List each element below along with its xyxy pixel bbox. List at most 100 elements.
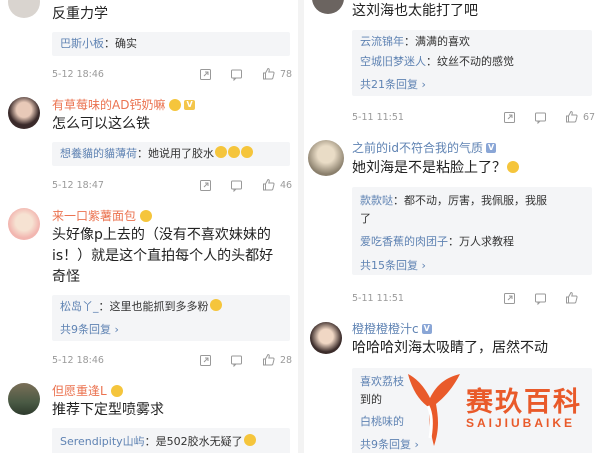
comment-text: 这刘海也太能打了吧 (352, 3, 478, 19)
reply-line: 到的 (360, 392, 382, 408)
avatar[interactable] (308, 140, 344, 176)
like-icon[interactable] (565, 291, 578, 304)
comment-username[interactable]: 有草莓味的AD钙奶嘛 V (52, 96, 195, 113)
emoji-icon (243, 434, 256, 446)
emoji-icon (228, 146, 240, 158)
view-more-replies[interactable]: 共9条回复 › (60, 321, 119, 337)
reply-box[interactable]: 云流锦年：满满的喜欢 空城旧梦迷人：纹丝不动的感觉 共21条回复 › (352, 30, 592, 96)
like-count: 78 (280, 69, 293, 80)
emoji-icon (209, 299, 222, 311)
emoji-icon (241, 146, 253, 158)
like-icon[interactable] (565, 110, 578, 123)
comment-text-content: 她刘海是不是粘脸上了？ (352, 160, 506, 176)
comment-username[interactable]: 橙橙橙橙汁c V (352, 320, 432, 337)
username-text[interactable]: 橙橙橙橙汁c (352, 320, 419, 337)
like-icon[interactable] (262, 353, 275, 366)
reply-username[interactable]: 爱吃香蕉的肉团子 (360, 235, 448, 248)
reply-text: ：万人求教程 (448, 235, 514, 248)
comment-icon[interactable] (534, 292, 547, 305)
vip-badge: V (184, 99, 195, 110)
comment-text-line: is！）就是这个直拍每个人的头都好 (52, 248, 274, 264)
username-text[interactable]: 来一口紫薯面包 (52, 207, 136, 224)
watermark-title: 赛玖百科 (466, 387, 582, 417)
like-count: 28 (280, 355, 293, 366)
emoji-icon (169, 98, 182, 111)
reply-username[interactable]: 空城旧梦迷人 (360, 55, 426, 68)
reply-text: ：满满的喜欢 (404, 35, 470, 48)
comment-text: 她刘海是不是粘脸上了？ (352, 158, 519, 179)
reply-text: 了 (360, 212, 371, 225)
reply-text: 到的 (360, 393, 382, 406)
reply-line: 爱吃香蕉的肉团子：万人求教程 (360, 234, 514, 250)
avatar[interactable] (310, 322, 342, 354)
reply-text: ：这里也能抓到多多粉 (98, 300, 209, 313)
username-text[interactable]: 之前的id不符合我的气质 (352, 139, 483, 156)
comment-time: 5-12 18:46 (52, 355, 104, 366)
like-icon[interactable] (262, 178, 275, 191)
comment-username[interactable]: 来一口紫薯面包 (52, 207, 153, 224)
reply-line: 了 (360, 211, 371, 227)
emoji-icon (215, 146, 227, 158)
like-count: 67 (583, 112, 596, 123)
reply-text: ：她说用了胶水 (137, 147, 214, 160)
reply-text: ：确实 (104, 37, 137, 50)
reply-line: 想養貓的貓薄荷：她说用了胶水 (60, 146, 253, 162)
vip-badge: V (485, 142, 497, 153)
reply-box[interactable]: 巴斯小板：确实 (52, 32, 290, 56)
reply-box[interactable]: 款款哒：都不动，厉害，我佩服，我服 了 爱吃香蕉的肉团子：万人求教程 共15条回… (352, 187, 592, 275)
share-icon[interactable] (199, 68, 212, 81)
reply-username[interactable]: 款款哒 (360, 194, 393, 207)
reply-text: ：是502胶水无疑了 (144, 435, 243, 448)
reply-username[interactable]: Serendipity山屿 (60, 435, 145, 448)
comment-icon[interactable] (230, 179, 243, 192)
reply-box[interactable]: Serendipity山屿：是502胶水无疑了 (52, 428, 290, 453)
comment-icon[interactable] (534, 111, 547, 124)
reply-line: 松岛丫_：这里也能抓到多多粉 (60, 299, 222, 315)
reply-line: Serendipity山屿：是502胶水无疑了 (60, 434, 256, 450)
comment-username[interactable]: 之前的id不符合我的气质 V (352, 139, 497, 156)
reply-line: 巴斯小板：确实 (60, 36, 137, 52)
username-text[interactable]: 有草莓味的AD钙奶嘛 (52, 96, 165, 113)
comment-icon[interactable] (230, 68, 243, 81)
reply-box[interactable]: 想養貓的貓薄荷：她说用了胶水 (52, 142, 290, 166)
comment-text-line: 头好像p上去的（没有不喜欢妹妹的 (52, 227, 271, 243)
reply-text: ：都不动，厉害，我佩服，我服 (393, 194, 547, 207)
avatar[interactable] (8, 0, 40, 18)
comment-time: 5-12 18:46 (52, 69, 104, 80)
avatar[interactable] (8, 208, 40, 240)
reply-username[interactable]: 想養貓的貓薄荷 (60, 147, 137, 160)
like-count: 46 (280, 180, 293, 191)
emoji-icon (507, 161, 519, 173)
view-more-replies[interactable]: 共21条回复 › (360, 76, 426, 92)
comment-text: 反重力学 (52, 6, 108, 22)
whale-tail-icon (408, 374, 460, 446)
avatar[interactable] (8, 97, 40, 129)
comment-text: 哈哈哈刘海太吸睛了，居然不动 (352, 340, 548, 356)
reply-username[interactable]: 云流锦年 (360, 35, 404, 48)
reply-line: 款款哒：都不动，厉害，我佩服，我服 (360, 193, 547, 209)
avatar[interactable] (312, 0, 344, 14)
avatar[interactable] (8, 383, 40, 415)
comment-username[interactable]: 但愿重逢L (52, 382, 123, 399)
comment-time: 5-11 11:51 (352, 293, 404, 304)
comment-text: 推荐下定型喷雾求 (52, 402, 164, 418)
like-icon[interactable] (262, 67, 275, 80)
reply-username[interactable]: 巴斯小板 (60, 37, 104, 50)
reply-box[interactable]: 松岛丫_：这里也能抓到多多粉 共9条回复 › (52, 295, 290, 341)
reply-text: ：纹丝不动的感觉 (426, 55, 514, 68)
username-text[interactable]: 但愿重逢L (52, 382, 107, 399)
share-icon[interactable] (503, 292, 516, 305)
comment-text: 怎么可以这么铁 (52, 116, 150, 132)
reply-username[interactable]: 松岛丫_ (60, 300, 99, 313)
vip-badge: V (421, 323, 432, 334)
view-more-replies[interactable]: 共15条回复 › (360, 257, 426, 273)
watermark-subtitle: SAIJIUBAIKE (466, 416, 576, 430)
share-icon[interactable] (199, 179, 212, 192)
share-icon[interactable] (503, 111, 516, 124)
reply-line: 云流锦年：满满的喜欢 (360, 34, 470, 50)
comment-icon[interactable] (230, 354, 243, 367)
comment-time: 5-12 18:47 (52, 180, 104, 191)
emoji-icon (140, 209, 153, 222)
share-icon[interactable] (199, 354, 212, 367)
reply-line: 空城旧梦迷人：纹丝不动的感觉 (360, 54, 514, 70)
